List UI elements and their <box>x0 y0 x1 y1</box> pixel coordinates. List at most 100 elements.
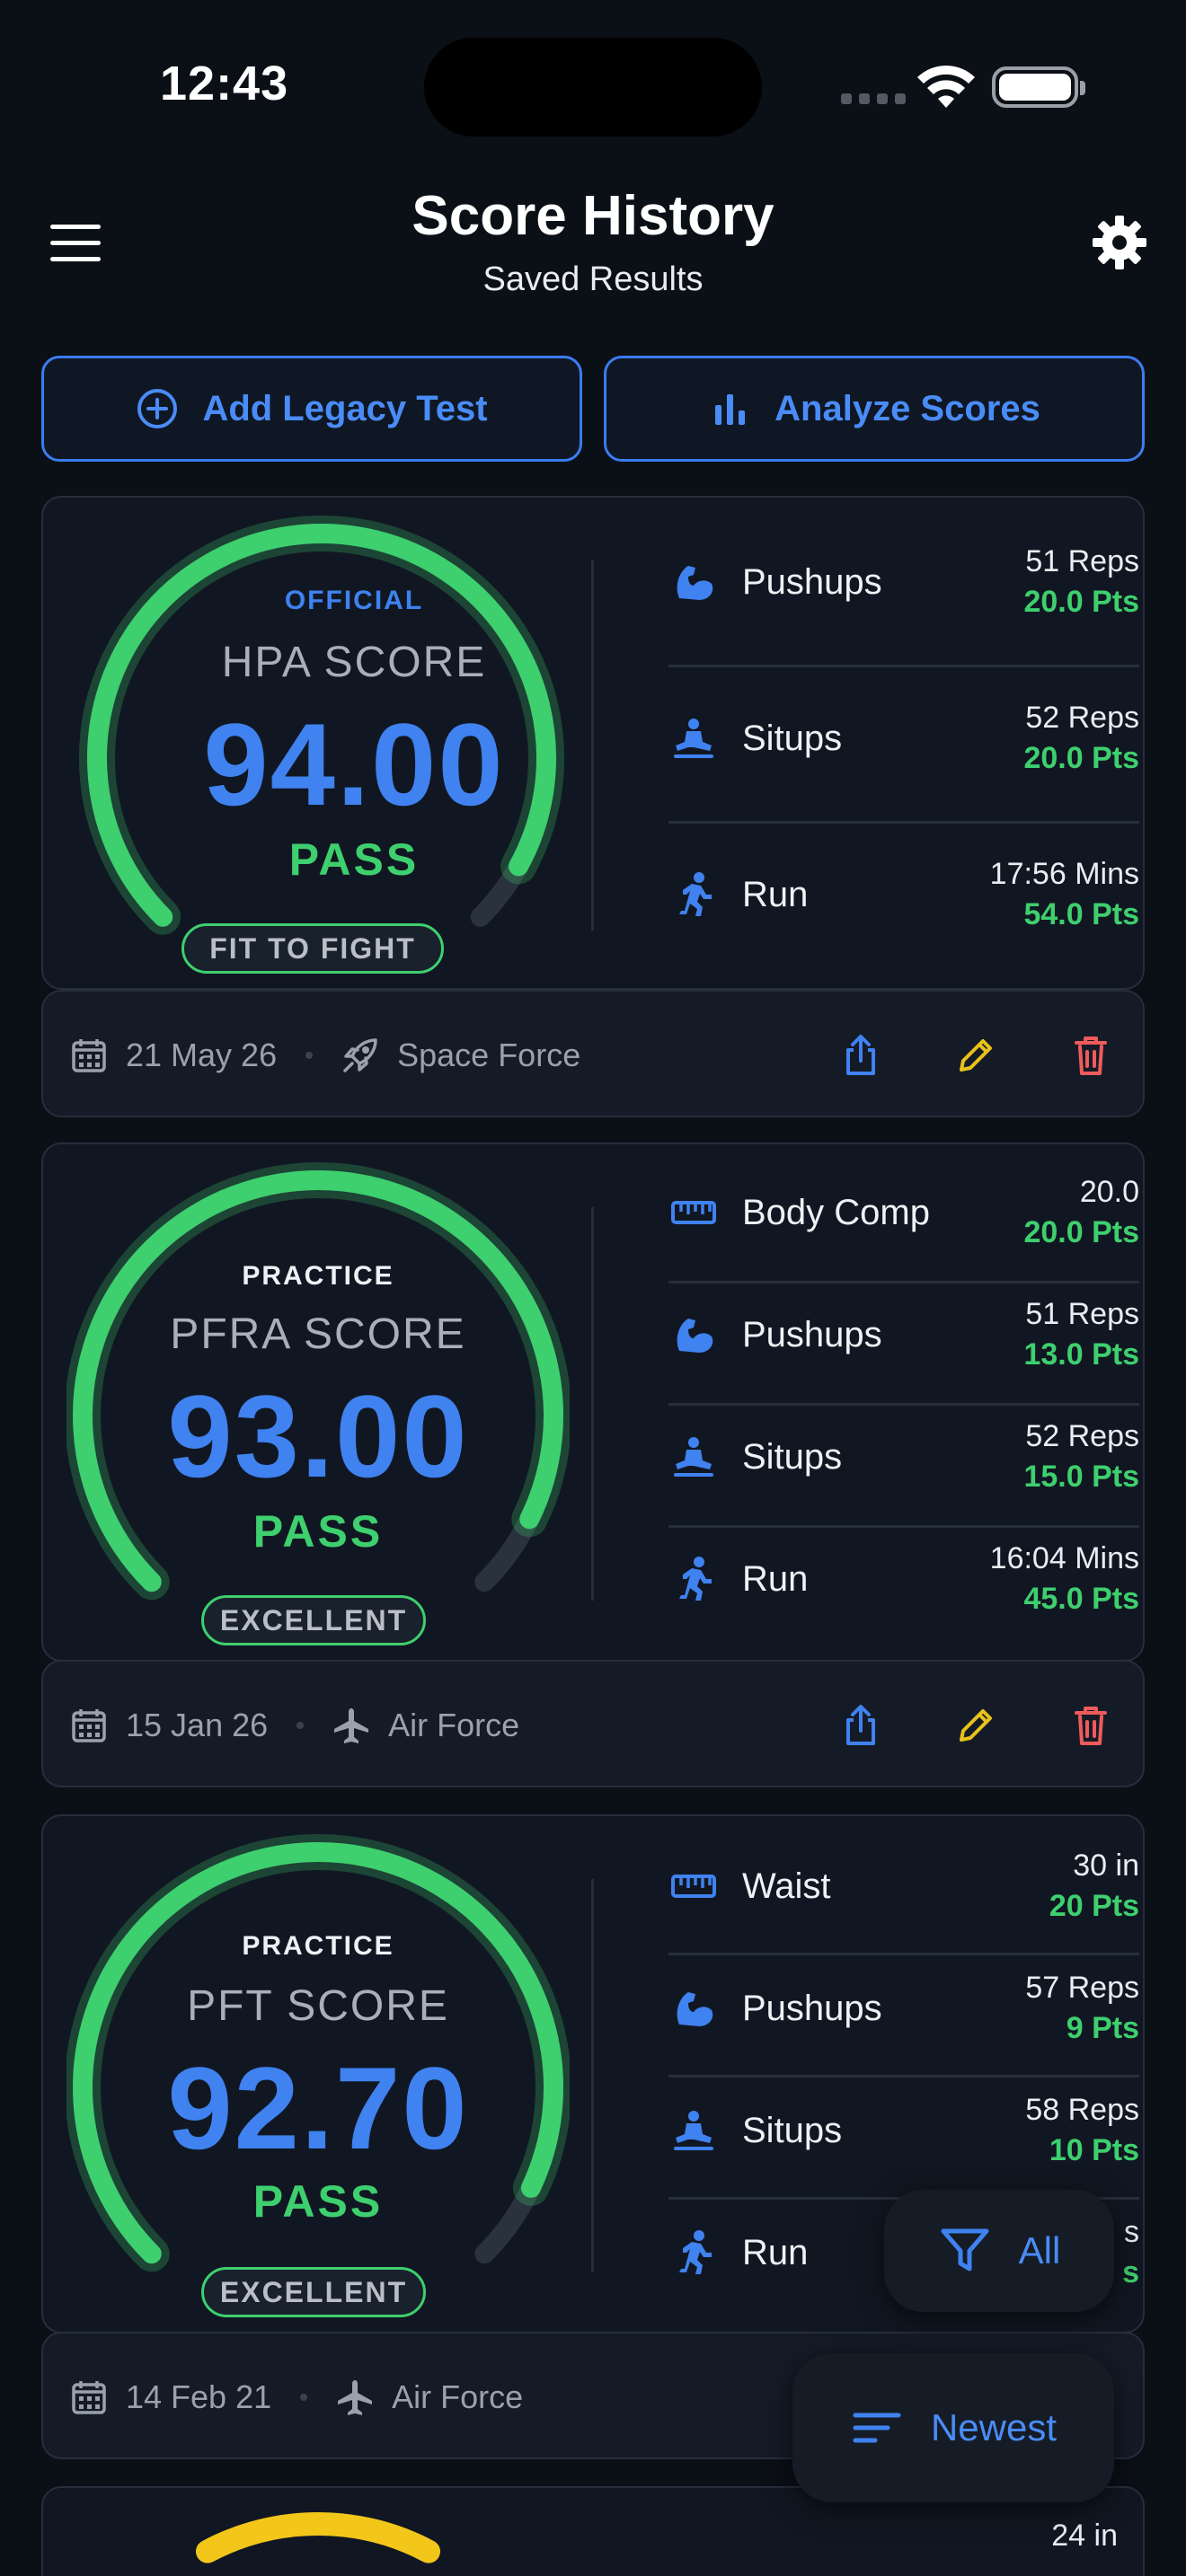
test-date: 21 May 26 <box>126 1037 278 1073</box>
event-list: Pushups 51 Reps 20.0 Pts Situps 52 Reps 20… <box>627 498 1164 992</box>
event-name: Situps <box>742 718 843 758</box>
event-points: 20.0 Pts <box>1023 585 1139 619</box>
event-name: Run <box>742 1558 809 1599</box>
gauge-arc-partial <box>195 2512 441 2563</box>
test-kind-label: PRACTICE <box>242 1261 394 1291</box>
row-divider <box>668 2075 1139 2078</box>
event-row-situps: Situps 58 Reps 10 Pts <box>668 2093 1139 2168</box>
event-row-pushups: Pushups 51 Reps 13.0 Pts <box>668 1297 1139 1372</box>
branch-name: Air Force <box>388 1707 520 1743</box>
row-divider <box>668 1281 1139 1284</box>
run-icon <box>668 1554 719 1604</box>
test-kind-label: PRACTICE <box>242 1931 394 1961</box>
situp-icon <box>668 2105 719 2156</box>
event-list: Body Comp 20.0 20.0 Pts Pushups 51 Reps 13… <box>627 1144 1164 1663</box>
event-name: Pushups <box>742 1988 882 2028</box>
event-name: Pushups <box>742 561 882 602</box>
edit-pencil-icon[interactable] <box>954 1034 997 1077</box>
bicep-icon <box>668 1983 719 2033</box>
event-points: 20 Pts <box>1049 1889 1139 1923</box>
score-value: 93.00 <box>167 1371 469 1502</box>
rating-badge: EXCELLENT <box>201 2267 426 2317</box>
situp-icon <box>668 713 719 763</box>
event-points: s <box>1122 2255 1139 2289</box>
calendar-icon <box>72 2381 106 2414</box>
card-footer: 21 May 26 Space Force <box>41 990 1145 1117</box>
plus-circle-icon <box>137 389 178 428</box>
event-points: 20.0 Pts <box>1023 741 1139 775</box>
row-divider <box>668 821 1139 824</box>
run-icon <box>668 2228 719 2278</box>
event-raw: 51 Reps <box>1025 544 1139 578</box>
sort-lines-icon <box>853 2413 901 2443</box>
test-date: 15 Jan 26 <box>126 1707 269 1743</box>
event-row-pushups: Pushups 51 Reps 20.0 Pts <box>668 544 1139 620</box>
add-legacy-test-button[interactable]: Add Legacy Test <box>41 356 582 462</box>
score-gauge: OFFICIAL HPA SCORE 94.00 PASS FIT TO FIG… <box>43 498 627 988</box>
event-raw: 24 in <box>1051 2519 1118 2553</box>
event-raw: 16:04 Mins <box>989 1541 1139 1575</box>
test-name-label: PFRA SCORE <box>170 1310 466 1358</box>
separator-dot <box>305 1052 314 1059</box>
result-label: PASS <box>252 2176 384 2227</box>
airplane-icon <box>334 1708 369 1743</box>
rocket-icon <box>343 1038 377 1072</box>
test-name-label: HPA SCORE <box>221 639 487 686</box>
bar-chart-icon <box>715 394 746 425</box>
card-divider <box>591 1879 594 2272</box>
score-gauge: PRACTICE PFT SCORE 92.70 PASS EXCELLENT <box>43 1816 627 2332</box>
event-row-waist: Waist 30 in 20 Pts <box>668 1848 1139 1924</box>
event-raw: 52 Reps <box>1025 701 1139 735</box>
filter-button[interactable]: All <box>884 2190 1114 2312</box>
add-legacy-test-label: Add Legacy Test <box>202 388 488 428</box>
event-name: Body Comp <box>742 1192 930 1232</box>
bicep-icon <box>668 557 719 607</box>
analyze-scores-button[interactable]: Analyze Scores <box>604 356 1145 462</box>
card-footer: 15 Jan 26 Air Force <box>41 1660 1145 1787</box>
event-points: 15.0 Pts <box>1023 1460 1139 1494</box>
page-subtitle: Saved Results <box>482 260 704 298</box>
test-date: 14 Feb 21 <box>126 2378 272 2415</box>
event-points: 20.0 Pts <box>1023 1215 1139 1249</box>
row-divider <box>668 1403 1139 1406</box>
score-card[interactable]: PRACTICE PFRA SCORE 93.00 PASS EXCELLENT… <box>41 1142 1145 1662</box>
event-name: Situps <box>742 1436 843 1477</box>
bicep-icon <box>668 1310 719 1360</box>
event-points: 13.0 Pts <box>1023 1337 1139 1372</box>
score-value: 92.70 <box>167 2042 469 2174</box>
score-value: 94.00 <box>203 699 505 830</box>
gear-icon[interactable] <box>1091 214 1148 271</box>
event-raw: 58 Reps <box>1025 2093 1139 2127</box>
run-icon <box>668 869 719 920</box>
share-icon[interactable] <box>839 1034 882 1077</box>
event-row-situps: Situps 52 Reps 20.0 Pts <box>668 701 1139 776</box>
share-icon[interactable] <box>839 1704 882 1747</box>
event-row-body-comp: Body Comp 20.0 20.0 Pts <box>668 1175 1139 1250</box>
branch-name: Air Force <box>392 2378 524 2415</box>
edit-pencil-icon[interactable] <box>954 1704 997 1747</box>
tape-measure-icon <box>668 1187 719 1238</box>
score-card[interactable]: OFFICIAL HPA SCORE 94.00 PASS FIT TO FIG… <box>41 496 1145 990</box>
score-history-screen: 12:43 Score History Saved Results Add Le… <box>0 0 1186 2576</box>
event-raw: 30 in <box>1073 1848 1139 1883</box>
trash-icon[interactable] <box>1069 1034 1112 1077</box>
event-raw: s <box>1124 2215 1139 2249</box>
filter-label: All <box>1018 2229 1061 2272</box>
event-raw: 51 Reps <box>1025 1297 1139 1331</box>
score-gauge: PRACTICE PFRA SCORE 93.00 PASS EXCELLENT <box>43 1144 627 1660</box>
event-raw: 20.0 <box>1079 1175 1139 1209</box>
event-name: Waist <box>742 1866 831 1906</box>
cellular-signal-icon <box>841 93 906 104</box>
row-divider <box>668 665 1139 667</box>
result-label: PASS <box>288 834 420 885</box>
rating-badge: EXCELLENT <box>201 1595 426 1645</box>
event-row-situps: Situps 52 Reps 15.0 Pts <box>668 1419 1139 1495</box>
sort-button[interactable]: Newest <box>792 2353 1114 2502</box>
event-name: Pushups <box>742 1314 882 1354</box>
trash-icon[interactable] <box>1069 1704 1112 1747</box>
event-name: Run <box>742 874 809 914</box>
event-points: 54.0 Pts <box>1023 897 1139 931</box>
event-points: 45.0 Pts <box>1023 1582 1139 1616</box>
dynamic-island <box>424 38 762 137</box>
event-name: Situps <box>742 2110 843 2150</box>
